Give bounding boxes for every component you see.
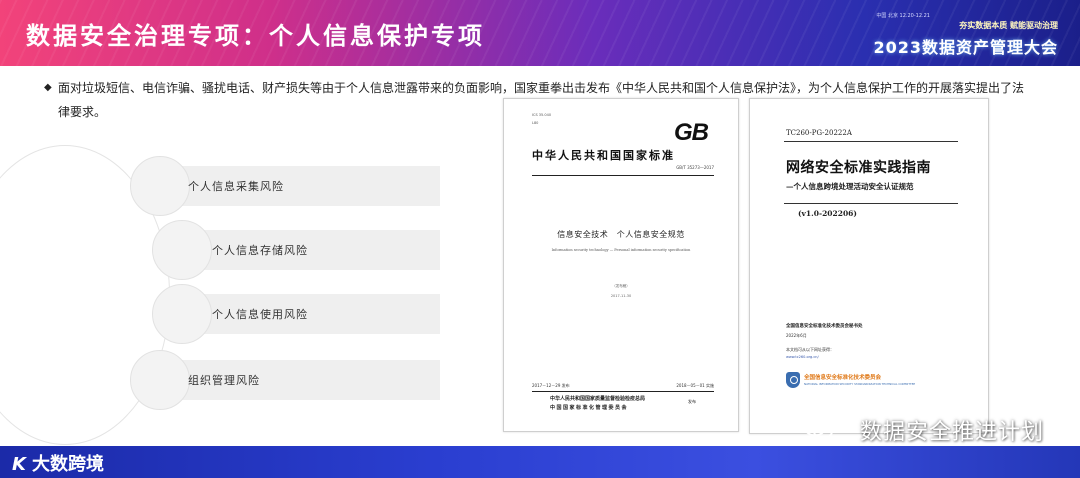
guide-subtitle: —个人信息跨境处理活动安全认证规范 [786,182,914,191]
guide-code: TC260-PG-20222A [786,129,852,137]
national-standard-heading: 中华人民共和国国家标准 [532,149,675,162]
divider [532,391,714,392]
risk-circle [130,156,190,216]
risk-label: 组织管理风险 [188,374,260,387]
divider [784,141,958,142]
publish-date: 2017－12－29 发布 [532,383,570,388]
guide-title: 网络安全标准实践指南 [786,160,931,176]
issuer-line2: 中国国家标准化管理委员会 [550,405,629,411]
watermark-text: 数据安全推进计划 [859,420,1044,445]
issuer-line1: 中华人民共和国国家质量监督检验检疫总局 [550,396,646,402]
conference-tagline: 夯实数据本质 赋能驱动治理 [959,21,1058,30]
risk-item-usage: 个人信息使用风险 [152,284,440,344]
risk-circle [152,284,212,344]
bullet-diamond-icon: ◆ [44,82,52,93]
standard-number: GB/T 35273—2017 [676,165,714,170]
risk-label: 个人信息存储风险 [212,244,308,257]
download-note: 本文档可从以下网址获得： [786,347,834,352]
divider [532,175,714,176]
footer-bar: K 大数跨境 [0,446,1080,478]
gb-logo: GB [674,119,709,146]
guide-org: 全国信息安全标准化技术委员会秘书处 [786,324,863,329]
tc260-guide-cover: TC260-PG-20222A 网络安全标准实践指南 —个人信息跨境处理活动安全… [749,98,989,434]
implement-date: 2018－05－01 实施 [676,383,714,388]
draft-date: 2017-11-30 [610,294,632,298]
risk-item-collection: 个人信息采集风险 [130,156,440,216]
logo-mark-icon: K [12,454,26,475]
divider [784,203,958,204]
draft-label: （发布稿） [612,284,630,288]
risk-circle [152,220,212,280]
gb-standard-cover: ICS 35.040 L80 GB 中华人民共和国国家标准 GB/T 35273… [503,98,739,432]
risk-item-organization: 组织管理风险 [130,350,440,410]
wechat-icon [804,417,833,440]
ics-code: ICS 35.040 [532,113,552,117]
guide-version: (v1.0-202206) [798,209,857,218]
conference-logo: 夯实数据本质 赋能驱动治理 2023数据资产管理大会 [858,10,1058,60]
shield-icon [786,372,800,388]
issued-label: 发布 [688,399,696,404]
risk-item-storage: 个人信息存储风险 [152,220,440,280]
conference-name: 2023数据资产管理大会 [873,38,1058,57]
risk-label: 个人信息使用风险 [212,308,308,321]
footer-logo: K 大数跨境 [12,450,104,476]
guide-date: 2022年6月 [786,333,807,338]
page-title: 数据安全治理专项：个人信息保护专项 [26,22,485,50]
download-url: www.tc260.org.cn/ [786,355,819,359]
risk-circle [130,350,190,410]
doc-title-cn: 信息安全技术 个人信息安全规范 [557,230,685,239]
header-banner: 数据安全治理专项：个人信息保护专项 中国 北京 12.20-12.21 夯实数据… [0,0,1080,66]
doc-title-en: Information security technology — Person… [551,248,691,252]
committee-name-en: NATIONAL INFORMATION SECURITY STANDARDIZ… [804,382,916,386]
risk-label: 个人信息采集风险 [188,180,284,193]
footer-logo-text: 大数跨境 [31,454,104,475]
committee-name-cn: 全国信息安全标准化技术委员会 [804,375,882,381]
class-code: L80 [532,121,539,125]
